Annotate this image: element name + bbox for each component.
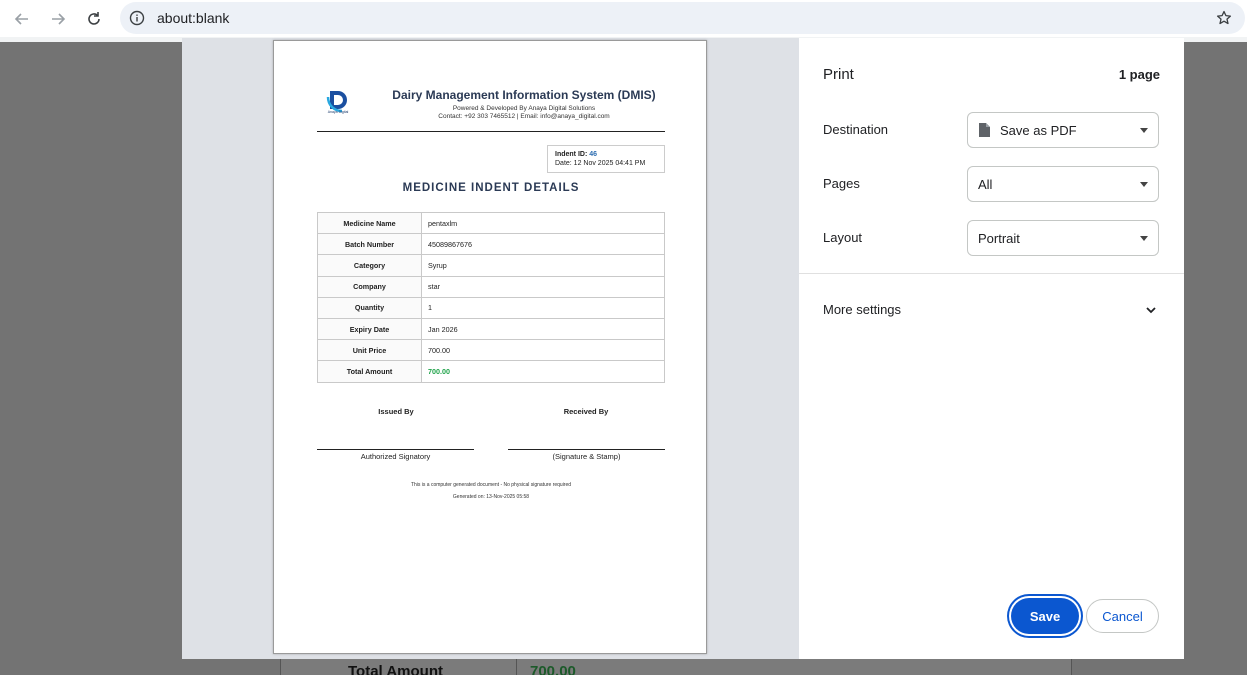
pages-value: All xyxy=(978,177,993,192)
reload-icon[interactable] xyxy=(82,7,106,31)
layout-value: Portrait xyxy=(978,231,1020,246)
browser-toolbar: about:blank xyxy=(0,0,1247,37)
pages-label: Pages xyxy=(823,176,860,191)
received-caption: (Signature & Stamp) xyxy=(552,452,621,461)
table-row: Expiry Date Jan 2026 xyxy=(317,317,665,341)
total-amount-value: 700.00 xyxy=(421,360,665,383)
save-button[interactable]: Save xyxy=(1011,598,1079,634)
table-row: Company star xyxy=(317,275,665,298)
row-value: Syrup xyxy=(421,254,665,277)
chevron-down-icon[interactable] xyxy=(1144,303,1158,317)
table-row: Total Amount 700.00 xyxy=(317,360,665,383)
document-title: Dairy Management Information System (DMI… xyxy=(392,88,656,102)
settings-divider xyxy=(799,273,1184,274)
layout-select[interactable]: Portrait xyxy=(967,220,1159,256)
document-note: This is a computer generated document - … xyxy=(410,482,572,488)
logo-text: Anaya Digital xyxy=(327,110,349,114)
dropdown-caret-icon xyxy=(1140,128,1148,133)
destination-label: Destination xyxy=(823,122,889,137)
table-row: Category Syrup xyxy=(317,254,665,277)
document-contact: Contact: +92 303 7465512 | Email: info@a… xyxy=(438,113,610,120)
row-value: Jan 2026 xyxy=(421,317,665,341)
dropdown-caret-icon xyxy=(1140,182,1148,187)
print-preview-area: Anaya Digital Dairy Management Informati… xyxy=(182,38,799,659)
received-by-label: Received By xyxy=(563,407,609,416)
indent-id-value: 46 xyxy=(589,151,598,158)
pages-select[interactable]: All xyxy=(967,166,1159,202)
background-total-label: Total Amount xyxy=(348,663,443,675)
dropdown-caret-icon xyxy=(1140,236,1148,241)
row-label: Total Amount xyxy=(317,360,422,383)
print-dialog: Anaya Digital Dairy Management Informati… xyxy=(182,38,1184,659)
layout-label: Layout xyxy=(823,230,863,245)
row-label: Category xyxy=(317,254,422,277)
received-signature-line xyxy=(508,449,665,450)
row-label: Company xyxy=(317,275,422,298)
preview-page: Anaya Digital Dairy Management Informati… xyxy=(273,40,707,654)
row-label: Quantity xyxy=(317,296,422,319)
indent-info-box: Indent ID: 46 Date: 12 Nov 2025 04:41 PM xyxy=(547,145,665,173)
background-total-value: 700.00 xyxy=(530,663,576,675)
page-count: 1 page xyxy=(1118,67,1160,82)
document-powered-by: Powered & Developed By Anaya Digital Sol… xyxy=(452,105,596,112)
generated-timestamp: Generated on: 13-Nov-2025 05:58 xyxy=(452,494,530,500)
forward-arrow-icon[interactable] xyxy=(46,7,70,31)
row-label: Unit Price xyxy=(317,339,422,362)
info-icon[interactable] xyxy=(128,9,146,27)
row-value: 45089867676 xyxy=(421,233,665,256)
url-text[interactable]: about:blank xyxy=(157,10,229,26)
header-divider xyxy=(317,131,665,132)
destination-value: Save as PDF xyxy=(1000,123,1077,138)
table-row: Unit Price 700.00 xyxy=(317,339,665,362)
background-table-divider xyxy=(516,659,517,675)
medicine-details-table: Medicine Name pentaxlm Batch Number 450898… xyxy=(317,211,665,383)
star-icon[interactable] xyxy=(1215,9,1233,27)
issued-signature-line xyxy=(317,449,474,450)
row-label: Expiry Date xyxy=(317,317,422,341)
destination-select[interactable]: Save as PDF xyxy=(967,112,1159,148)
table-row: Medicine Name pentaxlm xyxy=(317,211,665,235)
row-value: 700.00 xyxy=(421,339,665,362)
more-settings-toggle[interactable]: More settings xyxy=(823,302,901,317)
issued-caption: Authorized Signatory xyxy=(360,452,431,461)
row-label: Medicine Name xyxy=(317,211,422,235)
table-row: Quantity 1 xyxy=(317,296,665,319)
print-settings-panel: Print 1 page Destination Save as PDF Pag… xyxy=(799,38,1184,659)
indent-date: Date: 12 Nov 2025 04:41 PM xyxy=(555,160,646,167)
file-icon xyxy=(979,123,990,137)
print-title: Print xyxy=(823,66,854,83)
row-label: Batch Number xyxy=(317,233,422,256)
row-value: 1 xyxy=(421,296,665,319)
back-arrow-icon[interactable] xyxy=(10,7,34,31)
issued-by-label: Issued By xyxy=(378,407,414,416)
section-title: MEDICINE INDENT DETAILS xyxy=(402,182,580,194)
table-row: Batch Number 45089867676 xyxy=(317,233,665,256)
cancel-button[interactable]: Cancel xyxy=(1086,599,1159,633)
indent-id-label: Indent ID: xyxy=(555,151,588,158)
address-bar[interactable]: about:blank xyxy=(120,2,1245,34)
row-value: pentaxlm xyxy=(421,211,665,235)
row-value: star xyxy=(421,275,665,298)
